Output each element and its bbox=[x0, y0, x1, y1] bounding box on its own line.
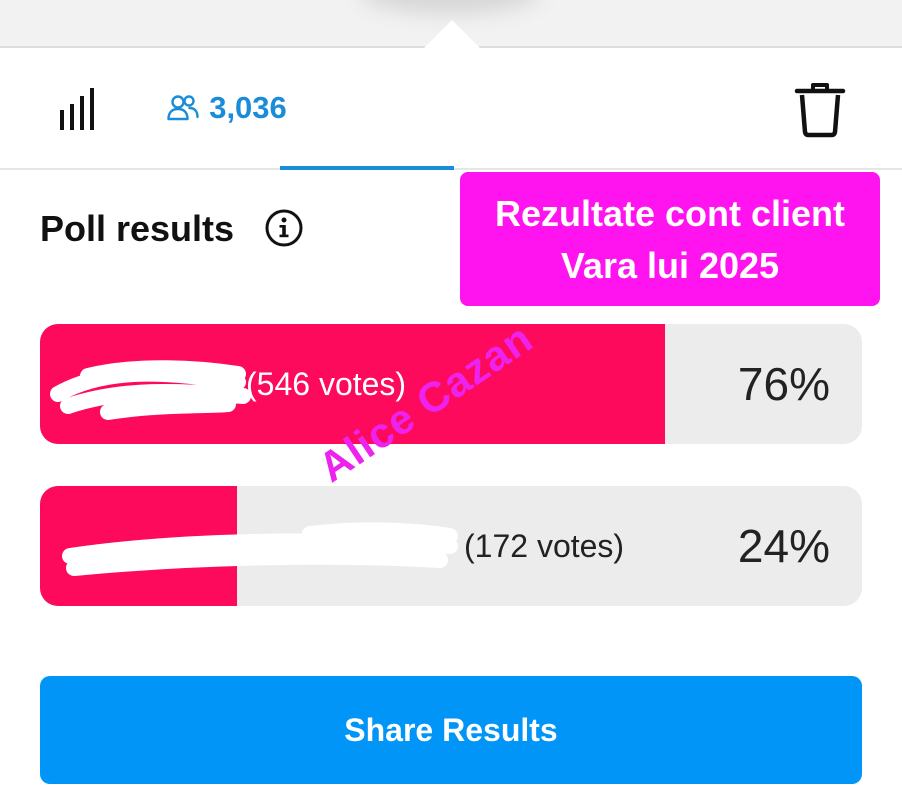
redaction-scribble bbox=[50, 360, 251, 420]
tab-stats[interactable] bbox=[56, 86, 104, 134]
overlay-caption-line-2: Vara lui 2025 bbox=[560, 245, 780, 286]
delete-button[interactable] bbox=[794, 82, 846, 138]
popover-caret bbox=[424, 20, 480, 48]
redaction-scribble bbox=[62, 522, 458, 576]
poll-option-1-percent: 76% bbox=[737, 358, 830, 410]
overlay-caption: Rezultate cont client Vara lui 2025 bbox=[460, 172, 880, 306]
active-tab-indicator bbox=[280, 166, 454, 170]
bar-chart-icon bbox=[60, 88, 94, 130]
poll-results-heading: Poll results bbox=[40, 208, 235, 249]
voters-count: 3,036 bbox=[209, 90, 287, 125]
poll-option-2: (172 votes) 24% bbox=[40, 486, 862, 606]
poll-option-1-votes: (546 votes) bbox=[246, 366, 407, 402]
tab-bar: 3,036 bbox=[0, 48, 902, 170]
trash-icon bbox=[794, 83, 846, 138]
poll-option-1: (546 votes) 76% bbox=[40, 324, 862, 444]
blurred-handle bbox=[360, 0, 540, 14]
info-icon bbox=[265, 209, 303, 247]
poll-option-2-votes: (172 votes) bbox=[464, 528, 625, 564]
share-results-button[interactable]: Share Results bbox=[40, 676, 862, 784]
people-icon bbox=[167, 95, 199, 121]
poll-option-2-percent: 24% bbox=[737, 520, 830, 572]
overlay-caption-line-1: Rezultate cont client bbox=[494, 193, 846, 234]
info-button[interactable] bbox=[264, 208, 304, 248]
tab-voters[interactable]: 3,036 bbox=[140, 48, 454, 170]
